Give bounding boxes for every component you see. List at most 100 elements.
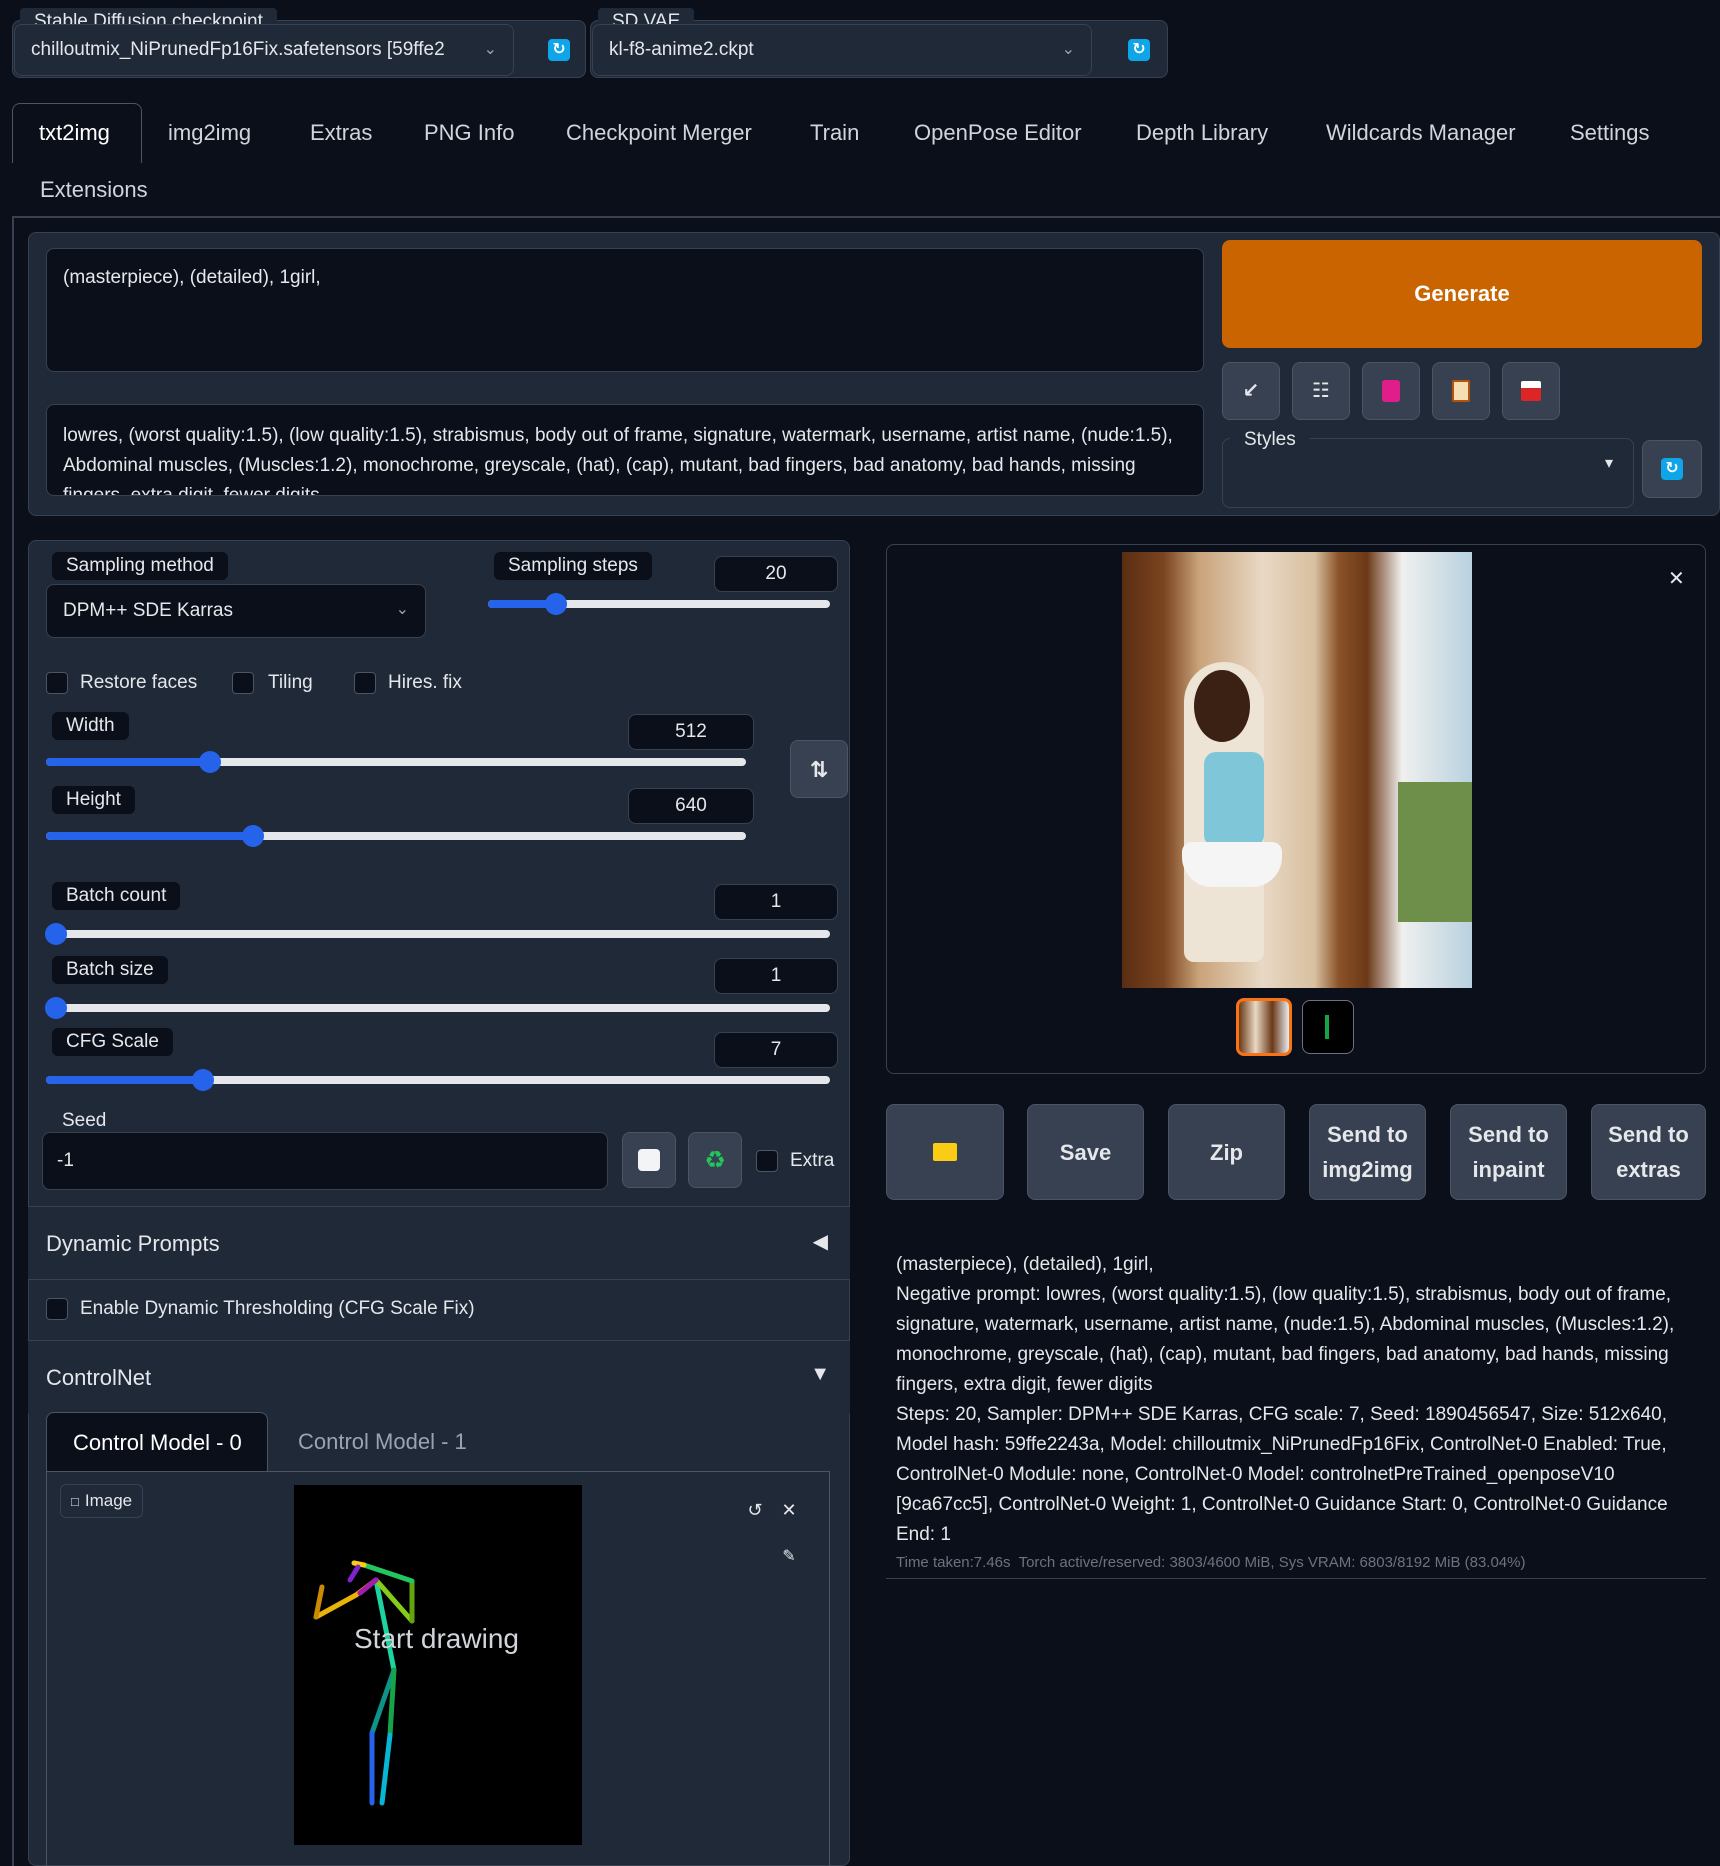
- height-label: Height: [52, 786, 135, 814]
- image-icon: □: [71, 1494, 79, 1509]
- tab-depth-library[interactable]: Depth Library: [1136, 120, 1268, 146]
- height-input[interactable]: 640: [628, 788, 754, 824]
- dynamic-thresholding-checkbox[interactable]: [46, 1298, 68, 1320]
- close-icon[interactable]: ✕: [776, 1500, 802, 1526]
- blue-top: [1204, 752, 1264, 847]
- sampling-steps-slider[interactable]: [488, 593, 830, 615]
- controlnet-title: ControlNet: [46, 1365, 152, 1390]
- read-params-button[interactable]: ↙: [1222, 362, 1280, 420]
- sampling-method-value: DPM++ SDE Karras: [63, 600, 233, 621]
- width-input[interactable]: 512: [628, 714, 754, 750]
- brush-icon[interactable]: ✎: [776, 1546, 802, 1572]
- tab-txt2img[interactable]: txt2img: [12, 103, 142, 163]
- slider-handle[interactable]: [45, 923, 67, 945]
- controlnet-canvas[interactable]: Start drawing: [294, 1485, 582, 1845]
- info-divider: [886, 1578, 1706, 1579]
- recycle-icon: ♻: [704, 1146, 726, 1174]
- slider-handle[interactable]: [198, 751, 221, 773]
- vae-dropdown[interactable]: kl-f8-anime2.ckpt ⌄: [592, 24, 1092, 76]
- openpose-skeleton: [313, 1560, 415, 1806]
- extra-networks-button[interactable]: [1362, 362, 1420, 420]
- tab-img2img[interactable]: img2img: [168, 120, 251, 146]
- dynamic-prompts-accordion[interactable]: Dynamic Prompts ◀: [28, 1206, 850, 1280]
- clipboard-button[interactable]: [1432, 362, 1490, 420]
- prompt-text: (masterpiece), (detailed), 1girl,: [63, 267, 321, 288]
- batch-count-input[interactable]: 1: [714, 884, 838, 920]
- chevron-down-icon: ⌄: [395, 601, 409, 618]
- folder-icon: [933, 1143, 957, 1161]
- expand-down-icon: ▼: [810, 1363, 830, 1385]
- floppy-icon: [1521, 381, 1541, 401]
- tab-wildcards-manager[interactable]: Wildcards Manager: [1326, 120, 1516, 146]
- cfg-scale-input[interactable]: 7: [714, 1032, 838, 1068]
- info-prompt: (masterpiece), (detailed), 1girl,: [896, 1254, 1154, 1275]
- gallery-thumb-1[interactable]: [1302, 1000, 1354, 1054]
- tab-extras[interactable]: Extras: [310, 120, 372, 146]
- restore-faces-checkbox[interactable]: [46, 672, 68, 694]
- tab-settings[interactable]: Settings: [1570, 120, 1650, 146]
- close-icon[interactable]: ✕: [1668, 566, 1685, 591]
- swap-arrows-icon: ⇅: [809, 756, 829, 782]
- chevron-down-icon: ⌄: [1061, 41, 1075, 58]
- batch-size-input[interactable]: 1: [714, 958, 838, 994]
- batch-size-slider[interactable]: [45, 997, 830, 1019]
- generation-info: (masterpiece), (detailed), 1girl, Negati…: [896, 1250, 1696, 1574]
- reuse-seed-button[interactable]: ♻: [688, 1132, 742, 1188]
- generated-image[interactable]: [1122, 552, 1472, 988]
- save-style-button[interactable]: [1502, 362, 1560, 420]
- tab-extensions[interactable]: Extensions: [40, 177, 148, 203]
- tab-png-info[interactable]: PNG Info: [424, 120, 514, 146]
- open-folder-button[interactable]: [886, 1104, 1004, 1200]
- checkpoint-dropdown[interactable]: chilloutmix_NiPrunedFp16Fix.safetensors …: [14, 24, 514, 76]
- send-to-img2img-button[interactable]: Send to img2img: [1309, 1104, 1426, 1200]
- seed-input[interactable]: -1: [42, 1132, 608, 1190]
- controlnet-accordion[interactable]: ControlNet ▼: [28, 1340, 850, 1414]
- skeleton-thumb-icon: [1325, 1015, 1329, 1039]
- height-slider[interactable]: [46, 825, 746, 847]
- batch-count-slider[interactable]: [45, 923, 830, 945]
- vae-value: kl-f8-anime2.ckpt: [609, 39, 754, 60]
- width-slider[interactable]: [46, 751, 746, 773]
- sampling-method-dropdown[interactable]: DPM++ SDE Karras ⌄: [46, 584, 426, 638]
- control-model-1-tab[interactable]: Control Model - 1: [298, 1429, 467, 1455]
- seed-label: Seed: [48, 1108, 121, 1134]
- zip-button[interactable]: Zip: [1168, 1104, 1285, 1200]
- info-timing: Time taken:7.46s Torch active/reserved: …: [896, 1554, 1526, 1571]
- caret-down-icon: ▾: [1604, 455, 1613, 472]
- random-seed-button[interactable]: [622, 1132, 676, 1188]
- send-to-extras-button[interactable]: Send to extras: [1591, 1104, 1706, 1200]
- undo-icon[interactable]: ↺: [742, 1500, 768, 1526]
- checkpoint-value: chilloutmix_NiPrunedFp16Fix.safetensors …: [31, 39, 445, 60]
- trash-button[interactable]: ☷: [1292, 362, 1350, 420]
- sampling-steps-input[interactable]: 20: [714, 556, 838, 592]
- negative-prompt-input[interactable]: lowres, (worst quality:1.5), (low qualit…: [46, 404, 1204, 496]
- sampling-method-label: Sampling method: [52, 552, 228, 580]
- tiling-checkbox[interactable]: [232, 672, 254, 694]
- hires-fix-label: Hires. fix: [388, 672, 462, 693]
- gallery-thumb-0[interactable]: [1236, 998, 1292, 1056]
- save-button[interactable]: Save: [1027, 1104, 1144, 1200]
- extra-seed-checkbox[interactable]: [756, 1150, 778, 1172]
- batch-count-label: Batch count: [52, 882, 181, 910]
- slider-handle[interactable]: [45, 997, 67, 1019]
- hires-fix-checkbox[interactable]: [354, 672, 376, 694]
- refresh-icon: ↻: [1661, 458, 1683, 480]
- slider-handle[interactable]: [191, 1069, 214, 1091]
- tab-train[interactable]: Train: [810, 120, 859, 146]
- hair: [1194, 670, 1250, 742]
- image-label-badge: □ Image: [60, 1484, 144, 1518]
- refresh-icon[interactable]: ↻: [548, 39, 570, 61]
- send-to-inpaint-button[interactable]: Send to inpaint: [1450, 1104, 1567, 1200]
- dice-icon: [638, 1149, 660, 1171]
- styles-refresh-button[interactable]: ↻: [1642, 440, 1702, 498]
- cfg-scale-slider[interactable]: [46, 1069, 830, 1091]
- start-drawing-text: Start drawing: [354, 1623, 519, 1654]
- swap-dimensions-button[interactable]: ⇅: [790, 740, 848, 798]
- generate-button[interactable]: Generate: [1222, 240, 1702, 348]
- control-model-0-tab[interactable]: Control Model - 0: [46, 1412, 268, 1472]
- refresh-icon[interactable]: ↻: [1128, 39, 1150, 61]
- tab-checkpoint-merger[interactable]: Checkpoint Merger: [566, 120, 752, 146]
- prompt-input[interactable]: (masterpiece), (detailed), 1girl,: [46, 248, 1204, 372]
- tab-openpose-editor[interactable]: OpenPose Editor: [914, 120, 1082, 146]
- window-greenery: [1398, 782, 1472, 922]
